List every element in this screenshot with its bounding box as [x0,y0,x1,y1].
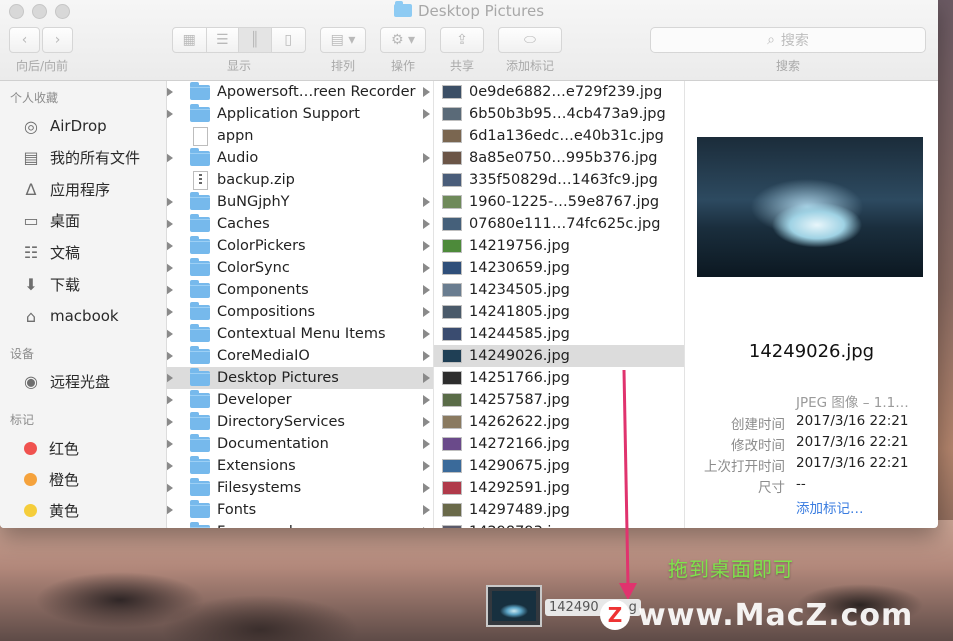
drag-arrow [619,369,637,600]
dragged-file-thumbnail[interactable] [486,585,542,627]
watermark: Z www.MacZ.com [600,597,913,633]
dragged-file-label-text: 142490 [549,600,599,615]
dragged-file-preview [492,591,536,621]
drag-hint: 拖到桌面即可 [668,557,794,581]
watermark-text: www.MacZ.com [638,597,914,633]
macz-logo-icon: Z [600,600,630,630]
drag-arrow-line [622,369,630,586]
